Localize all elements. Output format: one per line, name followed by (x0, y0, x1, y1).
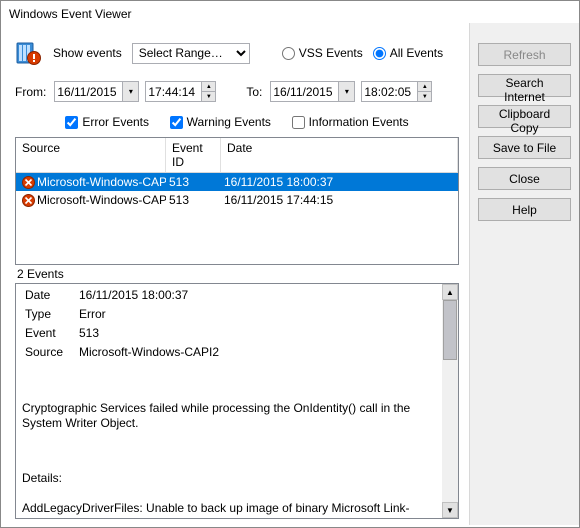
from-date-dropdown[interactable]: ▾ (122, 81, 139, 102)
from-date-input[interactable] (54, 81, 122, 102)
help-button[interactable]: Help (478, 198, 571, 221)
table-row[interactable]: Microsoft-Windows-CAPI2 513 16/11/2015 1… (16, 191, 458, 209)
detail-scrollbar[interactable]: ▲ ▼ (442, 284, 458, 518)
to-date-dropdown[interactable]: ▾ (338, 81, 355, 102)
error-events-checkbox[interactable]: Error Events (65, 115, 149, 129)
range-select[interactable]: Select Range… (132, 43, 250, 64)
event-count: 2 Events (15, 265, 459, 283)
to-date-input[interactable] (270, 81, 338, 102)
search-internet-button[interactable]: Search Internet (478, 74, 571, 97)
close-button[interactable]: Close (478, 167, 571, 190)
from-time-input[interactable] (145, 81, 201, 102)
action-sidebar: Refresh Search Internet Clipboard Copy S… (469, 23, 579, 525)
info-events-checkbox[interactable]: Information Events (292, 115, 409, 129)
to-time-spinner[interactable]: ▲▼ (417, 81, 432, 102)
error-icon (22, 194, 35, 207)
to-time-input[interactable] (361, 81, 417, 102)
col-event-id[interactable]: Event ID (166, 138, 221, 172)
scroll-up-icon[interactable]: ▲ (442, 284, 458, 300)
scroll-thumb[interactable] (443, 300, 457, 360)
vss-events-radio[interactable]: VSS Events (282, 46, 363, 60)
scroll-down-icon[interactable]: ▼ (442, 502, 458, 518)
all-events-radio[interactable]: All Events (373, 46, 443, 60)
from-label: From: (15, 85, 46, 99)
events-table: Source Event ID Date Microsoft-Windows-C… (15, 137, 459, 265)
save-to-file-button[interactable]: Save to File (478, 136, 571, 159)
to-label: To: (246, 85, 262, 99)
show-events-label: Show events (53, 46, 122, 60)
event-detail-pane: Date16/11/2015 18:00:37 TypeError Event5… (15, 283, 459, 519)
warning-events-checkbox[interactable]: Warning Events (170, 115, 271, 129)
clipboard-copy-button[interactable]: Clipboard Copy (478, 105, 571, 128)
window-title: Windows Event Viewer (1, 1, 579, 23)
col-date[interactable]: Date (221, 138, 458, 172)
events-icon (15, 39, 43, 67)
col-source[interactable]: Source (16, 138, 166, 172)
refresh-button[interactable]: Refresh (478, 43, 571, 66)
error-icon (22, 176, 35, 189)
from-time-spinner[interactable]: ▲▼ (201, 81, 216, 102)
table-row[interactable]: Microsoft-Windows-CAPI2 513 16/11/2015 1… (16, 173, 458, 191)
